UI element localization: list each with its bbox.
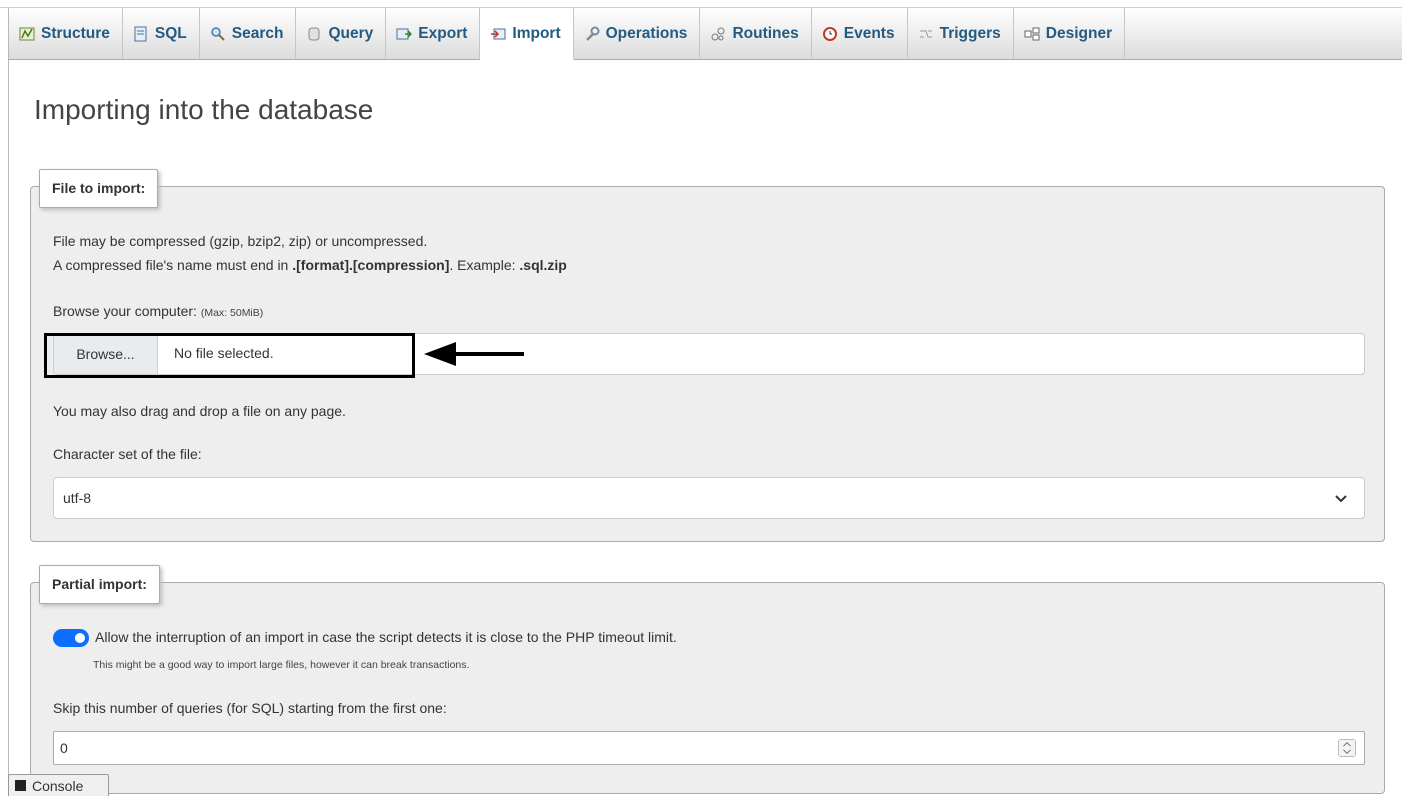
skip-queries-input[interactable]: 0 (53, 731, 1365, 765)
tab-label: Routines (732, 24, 799, 42)
tab-routines[interactable]: Routines (700, 8, 812, 59)
partial-import-fieldset: Partial import: Allow the interruption o… (30, 565, 1385, 794)
triggers-icon (919, 30, 932, 37)
sql-icon (134, 26, 147, 41)
browse-label: Browse your computer: (Max: 50MiB) (53, 303, 263, 319)
tab-sql[interactable]: SQL (123, 8, 200, 59)
tab-import[interactable]: Import (480, 8, 574, 60)
skip-queries-value: 0 (60, 740, 68, 756)
tab-label: Designer (1045, 24, 1113, 42)
tab-label: Operations (605, 24, 688, 42)
wrench-icon (585, 26, 600, 41)
clock-icon (822, 26, 837, 41)
tab-bar: Structure SQL Search Query Export Import… (9, 8, 1402, 60)
charset-value: utf-8 (63, 490, 92, 506)
allow-interrupt-toggle[interactable] (53, 629, 89, 647)
spinner-icon[interactable] (1338, 739, 1356, 757)
top-border (0, 0, 1402, 8)
charset-label: Character set of the file: (53, 446, 202, 462)
export-icon (396, 28, 413, 39)
fieldset-legend: Partial import: (39, 565, 160, 604)
import-icon (491, 28, 506, 39)
tab-label: Export (418, 24, 468, 42)
max-size-text: (Max: 50MiB) (200, 307, 264, 319)
tab-label: Search (231, 24, 284, 42)
allow-interrupt-label: Allow the interruption of an import in c… (95, 629, 677, 645)
page-title: Importing into the database (34, 94, 374, 125)
tab-designer[interactable]: Designer (1014, 8, 1126, 59)
tab-label: Triggers (939, 24, 1001, 42)
tab-export[interactable]: Export (386, 8, 481, 59)
drag-drop-hint: You may also drag and drop a file on any… (53, 403, 346, 419)
left-border (8, 8, 9, 796)
skip-queries-label: Skip this number of queries (for SQL) st… (53, 700, 447, 716)
compression-note: File may be compressed (gzip, bzip2, zip… (53, 233, 428, 249)
tab-operations[interactable]: Operations (574, 8, 701, 59)
fieldset-legend: File to import: (39, 169, 159, 208)
highlight-box (44, 333, 415, 378)
tab-label: Query (328, 24, 374, 42)
tab-search[interactable]: Search (200, 8, 297, 59)
console-icon (15, 780, 26, 791)
charset-select[interactable]: utf-8 (53, 477, 1365, 519)
tab-label: SQL (154, 24, 187, 42)
chevron-down-icon (1335, 495, 1347, 503)
routines-icon (711, 27, 725, 40)
tab-triggers[interactable]: Triggers (908, 8, 1014, 59)
filename-note-prefix: A compressed file's name must end in (53, 257, 293, 273)
allow-interrupt-hint: This might be a good way to import large… (93, 659, 470, 671)
browse-label-text: Browse your computer: (53, 303, 197, 319)
example-text: .sql.zip (519, 257, 567, 273)
console-label: Console (32, 777, 84, 794)
tab-label: Events (843, 24, 895, 42)
tab-query[interactable]: Query (296, 8, 387, 59)
query-icon (308, 27, 320, 40)
format-text: .[format].[compression] (292, 257, 450, 273)
console-toggle[interactable]: Console (8, 774, 109, 796)
spinner-arrows-icon (1343, 742, 1351, 754)
filename-note: A compressed file's name must end in .[f… (53, 257, 567, 273)
filename-note-mid: . Example: (449, 257, 520, 273)
structure-icon (19, 27, 35, 40)
tab-label: Structure (41, 24, 110, 42)
tab-structure[interactable]: Structure (9, 8, 123, 59)
search-icon (211, 26, 225, 41)
arrow-icon (424, 342, 524, 366)
tab-label: Import (512, 24, 561, 42)
designer-icon (1024, 27, 1040, 40)
tab-events[interactable]: Events (812, 8, 908, 59)
